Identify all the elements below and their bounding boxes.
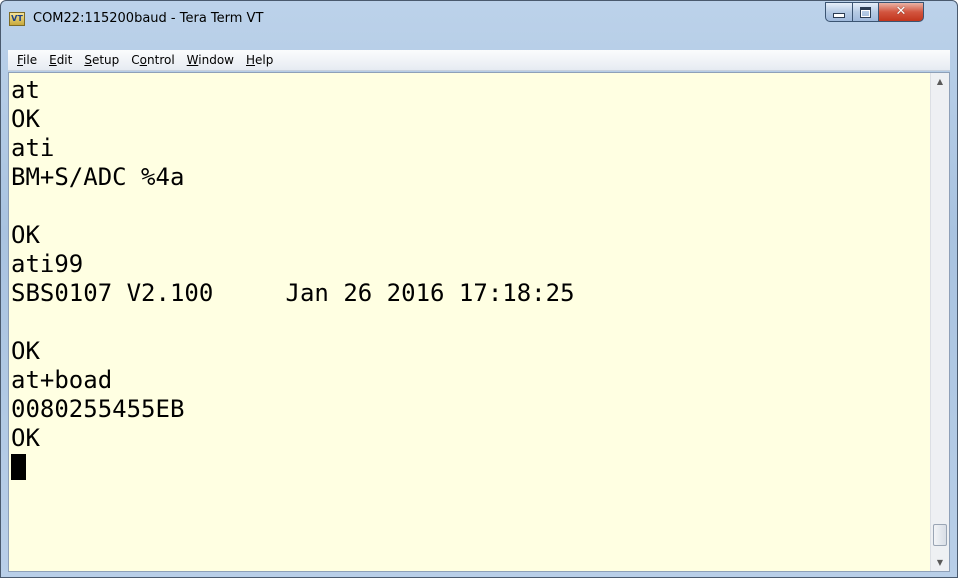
close-button[interactable]: ✕ (878, 2, 924, 22)
menu-window[interactable]: Window (181, 53, 240, 67)
text-cursor (11, 454, 26, 480)
window-title: COM22:115200baud - Tera Term VT (33, 11, 264, 26)
menu-help[interactable]: Help (240, 53, 279, 67)
menu-label-part: dit (56, 53, 73, 67)
cursor-line (11, 453, 927, 482)
terminal-line: SBS0107 V2.100 Jan 26 2016 17:18:25 (11, 279, 575, 307)
maximize-button[interactable] (852, 2, 879, 22)
menu-label-part: C (131, 53, 140, 67)
terminal-line: at (11, 76, 40, 104)
terminal-area[interactable]: at OK ati BM+S/ADC %4a OK ati99 SBS0107 V2.100… (8, 72, 950, 572)
menu-file[interactable]: File (11, 53, 43, 67)
menu-label-part: etup (91, 53, 120, 67)
scroll-up-arrow-icon[interactable]: ▲ (931, 73, 949, 90)
terminal-window: VT COM22:115200baud - Tera Term VT ✕ Fil… (0, 0, 958, 578)
minimize-button[interactable] (825, 2, 853, 22)
menu-label-part: ntrol (147, 53, 175, 67)
terminal-line: at+boad (11, 366, 113, 394)
menu-label-part: elp (255, 53, 274, 67)
minimize-icon (833, 12, 845, 18)
menu-accelerator: o (139, 53, 148, 67)
title-bar[interactable]: VT COM22:115200baud - Tera Term VT ✕ (1, 1, 957, 43)
app-icon[interactable]: VT (9, 12, 25, 26)
terminal-line: ati99 (11, 250, 84, 278)
menu-edit[interactable]: Edit (43, 53, 78, 67)
terminal-line: OK (11, 105, 40, 133)
terminal-line: OK (11, 337, 40, 365)
terminal-line: OK (11, 424, 40, 452)
terminal-line: 0080255455EB (11, 395, 185, 423)
terminal-line: OK (11, 221, 40, 249)
menu-accelerator: E (49, 53, 57, 67)
scrollbar-thumb[interactable] (933, 524, 947, 546)
terminal-line: BM+S/ADC %4a (11, 163, 185, 191)
terminal-screen[interactable]: at OK ati BM+S/ADC %4a OK ati99 SBS0107 V2.100… (9, 73, 927, 571)
menu-label-part: indow (198, 53, 234, 67)
menu-accelerator: S (84, 53, 92, 67)
menu-label-part: ile (23, 53, 38, 67)
scroll-down-arrow-icon[interactable]: ▼ (931, 554, 949, 571)
vertical-scrollbar[interactable]: ▲ ▼ (930, 73, 949, 571)
menu-control[interactable]: Control (125, 53, 180, 67)
maximize-icon (860, 6, 871, 18)
menu-accelerator: H (246, 53, 256, 67)
menu-bar: File Edit Setup Control Window Help (8, 50, 950, 71)
close-icon: ✕ (895, 4, 907, 19)
menu-setup[interactable]: Setup (78, 53, 125, 67)
menu-accelerator: W (186, 53, 199, 67)
terminal-line: ati (11, 134, 55, 162)
